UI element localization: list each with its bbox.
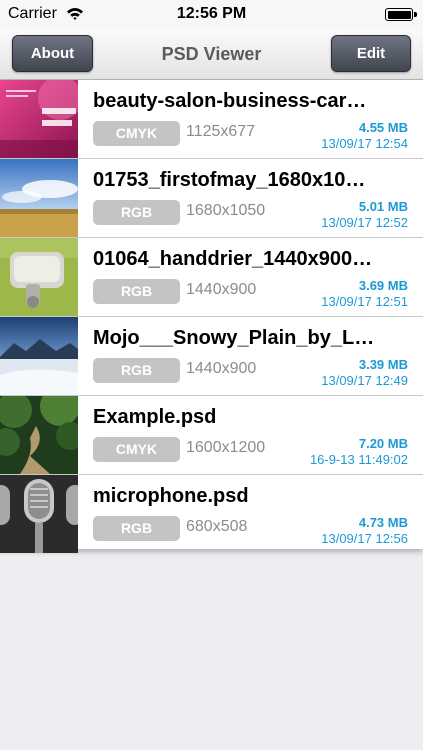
file-name: 01064_handdrier_1440x900… xyxy=(93,248,373,270)
file-date: 13/09/17 12:54 xyxy=(321,136,408,151)
beauty-salon-thumbnail xyxy=(0,80,78,158)
file-row[interactable]: beauty-salon-business-car… CMYK 1125x677… xyxy=(0,80,423,159)
image-dimensions: 680x508 xyxy=(186,518,248,535)
forest-path-thumbnail xyxy=(0,396,78,474)
file-date: 13/09/17 12:56 xyxy=(321,531,408,546)
image-dimensions: 1440x900 xyxy=(186,281,257,298)
image-dimensions: 1680x1050 xyxy=(186,202,266,219)
microphone-thumbnail xyxy=(0,475,78,553)
edit-button[interactable]: Edit xyxy=(331,35,411,72)
file-row[interactable]: Mojo___Snowy_Plain_by_L… RGB 1440x900 3.… xyxy=(0,317,423,396)
color-mode-badge: RGB xyxy=(93,358,180,383)
file-name: Mojo___Snowy_Plain_by_L… xyxy=(93,327,375,349)
file-size: 5.01 MB xyxy=(358,199,408,214)
file-date: 13/09/17 12:49 xyxy=(321,373,408,388)
file-size: 3.39 MB xyxy=(358,357,408,372)
status-bar: Carrier 12:56 PM xyxy=(0,0,423,30)
file-name: Example.psd xyxy=(93,406,217,428)
file-name: 01753_firstofmay_1680x10… xyxy=(93,169,366,191)
file-name: beauty-salon-business-car… xyxy=(93,90,367,112)
battery-icon xyxy=(385,8,417,21)
file-row[interactable]: 01064_handdrier_1440x900… RGB 1440x900 3… xyxy=(0,238,423,317)
file-date: 13/09/17 12:52 xyxy=(321,215,408,230)
file-size: 7.20 MB xyxy=(358,436,408,451)
color-mode-badge: RGB xyxy=(93,516,180,541)
file-row[interactable]: 01753_firstofmay_1680x10… RGB 1680x1050 … xyxy=(0,159,423,238)
file-name: microphone.psd xyxy=(93,485,249,507)
navigation-bar: About PSD Viewer Edit xyxy=(0,30,423,80)
snowy-plain-thumbnail xyxy=(0,317,78,395)
file-size: 3.69 MB xyxy=(358,278,408,293)
file-row[interactable]: microphone.psd RGB 680x508 4.73 MB 13/09… xyxy=(0,475,423,553)
image-dimensions: 1125x677 xyxy=(186,123,256,140)
file-date: 13/09/17 12:51 xyxy=(321,294,408,309)
color-mode-badge: RGB xyxy=(93,200,180,225)
file-size: 4.73 MB xyxy=(358,515,408,530)
color-mode-badge: CMYK xyxy=(93,121,180,146)
file-size: 4.55 MB xyxy=(358,120,408,135)
field-sky-thumbnail xyxy=(0,159,78,237)
file-list: beauty-salon-business-car… CMYK 1125x677… xyxy=(0,80,423,553)
clock: 12:56 PM xyxy=(176,5,247,22)
color-mode-badge: RGB xyxy=(93,279,180,304)
color-mode-badge: CMYK xyxy=(93,437,180,462)
handdrier-thumbnail xyxy=(0,238,78,316)
image-dimensions: 1600x1200 xyxy=(186,439,266,456)
image-dimensions: 1440x900 xyxy=(186,360,257,377)
file-row[interactable]: Example.psd CMYK 1600x1200 7.20 MB 16-9-… xyxy=(0,396,423,475)
file-date: 16-9-13 11:49:02 xyxy=(309,452,408,467)
